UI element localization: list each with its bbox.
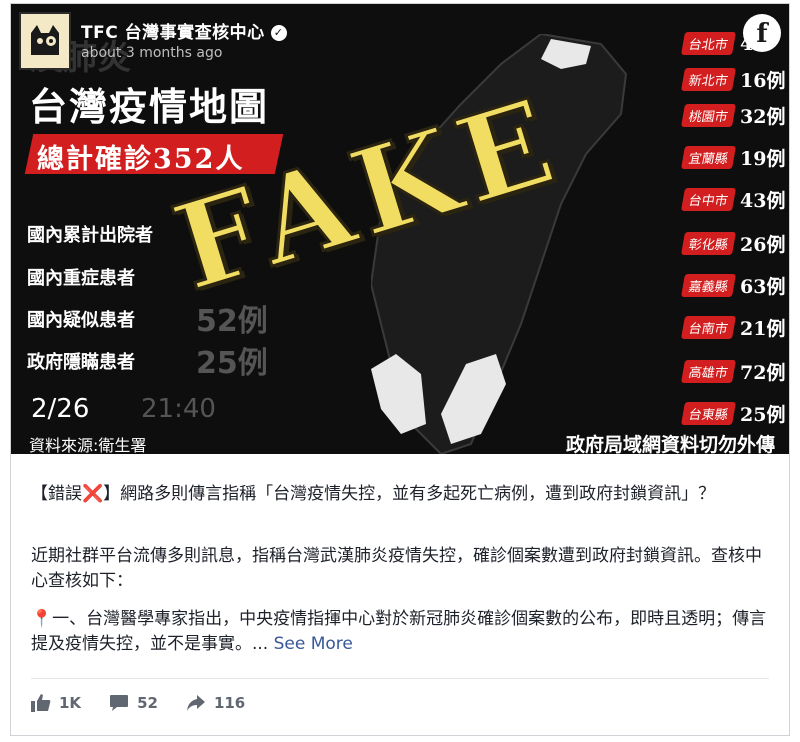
like-count: 1K <box>59 694 82 712</box>
city-count: 21例 <box>740 318 786 340</box>
like-count-button[interactable]: 1K <box>31 694 81 712</box>
city-name: 台北市 <box>680 32 737 55</box>
city-name: 彰化縣 <box>680 232 737 255</box>
action-bar: 1K 52 116 <box>31 694 273 712</box>
post-paragraph: 【錯誤❌】網路多則傳言指稱「台灣疫情失控，並有多起死亡病例，遭到政府封鎖資訊」？ <box>31 484 716 504</box>
image-heading: 台灣疫情地圖 <box>29 84 270 129</box>
city-row: 高雄市 72例 <box>680 358 786 385</box>
stat-label: 政府隱瞞患者 <box>27 352 135 373</box>
post-header: TFC 台灣事實查核中心 ✓ about 3 months ago <box>19 12 287 70</box>
city-name: 台東縣 <box>680 402 737 425</box>
stat-label: 國內重症患者 <box>27 268 135 289</box>
city-name: 台南市 <box>680 316 737 339</box>
see-more-link[interactable]: See More <box>274 634 353 654</box>
image-date: 2/26 <box>31 394 90 424</box>
thumbs-up-icon <box>31 694 51 712</box>
city-count: 26例 <box>740 234 786 256</box>
share-arrow-icon <box>186 695 205 711</box>
city-count: 16例 <box>740 70 786 92</box>
city-name: 宜蘭縣 <box>680 146 737 169</box>
check-circle-icon: ✓ <box>270 25 287 41</box>
post-paragraph: 📍一、台灣醫學專家指出，中央疫情指揮中心對於新冠肺炎確診個案數的公布，即時且透明… <box>31 609 767 654</box>
city-row: 台南市 21例 <box>680 314 786 341</box>
page-name-row[interactable]: TFC 台灣事實查核中心 ✓ <box>81 18 287 43</box>
city-name: 台中市 <box>680 188 737 211</box>
comment-count-button[interactable]: 52 <box>109 694 158 712</box>
post-card: 漢肺炎 台灣疫情地圖 總計確診352人 國內累計出院者 國內重症患者 國內疑似患… <box>10 3 790 736</box>
city-count: 43例 <box>740 190 786 212</box>
city-row: 桃園市 32例 <box>680 102 786 129</box>
city-count: 63例 <box>740 276 786 298</box>
share-count: 116 <box>213 694 246 712</box>
city-name: 高雄市 <box>680 360 737 383</box>
share-count-button[interactable]: 116 <box>186 694 245 712</box>
divider <box>31 678 769 679</box>
city-row: 彰化縣 26例 <box>680 230 786 257</box>
timestamp[interactable]: about 3 months ago <box>81 45 287 61</box>
page-info: TFC 台灣事實查核中心 ✓ about 3 months ago <box>81 18 287 61</box>
stat-value: 25例 <box>196 346 268 381</box>
city-count: 32例 <box>740 106 786 128</box>
stat-label: 國內疑似患者 <box>27 310 135 331</box>
image-source: 資料來源:衛生署 <box>29 436 147 454</box>
city-row: 宜蘭縣 19例 <box>680 144 786 171</box>
page-name[interactable]: TFC 台灣事實查核中心 <box>81 23 265 43</box>
city-count: 25例 <box>740 404 786 426</box>
city-name: 桃園市 <box>680 104 737 127</box>
city-row: 台中市 43例 <box>680 186 786 213</box>
city-row: 新北市 16例 <box>680 66 786 93</box>
image-time: 21:40 <box>141 394 216 424</box>
city-row: 嘉義縣 63例 <box>680 272 786 299</box>
stat-label: 國內累計出院者 <box>27 225 153 246</box>
city-name: 新北市 <box>680 68 737 91</box>
city-row: 台東縣 25例 <box>680 400 786 427</box>
avatar[interactable] <box>19 12 71 70</box>
post-image[interactable]: 漢肺炎 台灣疫情地圖 總計確診352人 國內累計出院者 國內重症患者 國內疑似患… <box>11 4 789 454</box>
post-paragraph-last: 📍一、台灣醫學專家指出，中央疫情指揮中心對於新冠肺炎確診個案數的公布，即時且透明… <box>31 607 776 657</box>
post-paragraph: 近期社群平台流傳多則訊息，指稱台灣武漢肺炎疫情失控，確診個案數遭到政府封鎖資訊。… <box>31 546 762 591</box>
comment-count: 52 <box>137 694 158 712</box>
city-name: 嘉義縣 <box>680 274 737 297</box>
cat-logo-icon <box>31 25 59 55</box>
city-count: 19例 <box>740 148 786 170</box>
city-count: 72例 <box>740 362 786 384</box>
facebook-logo-icon[interactable]: f <box>743 14 781 52</box>
comment-icon <box>110 695 129 711</box>
image-footer-note: 政府局域網資料切勿外傳 <box>565 434 775 454</box>
